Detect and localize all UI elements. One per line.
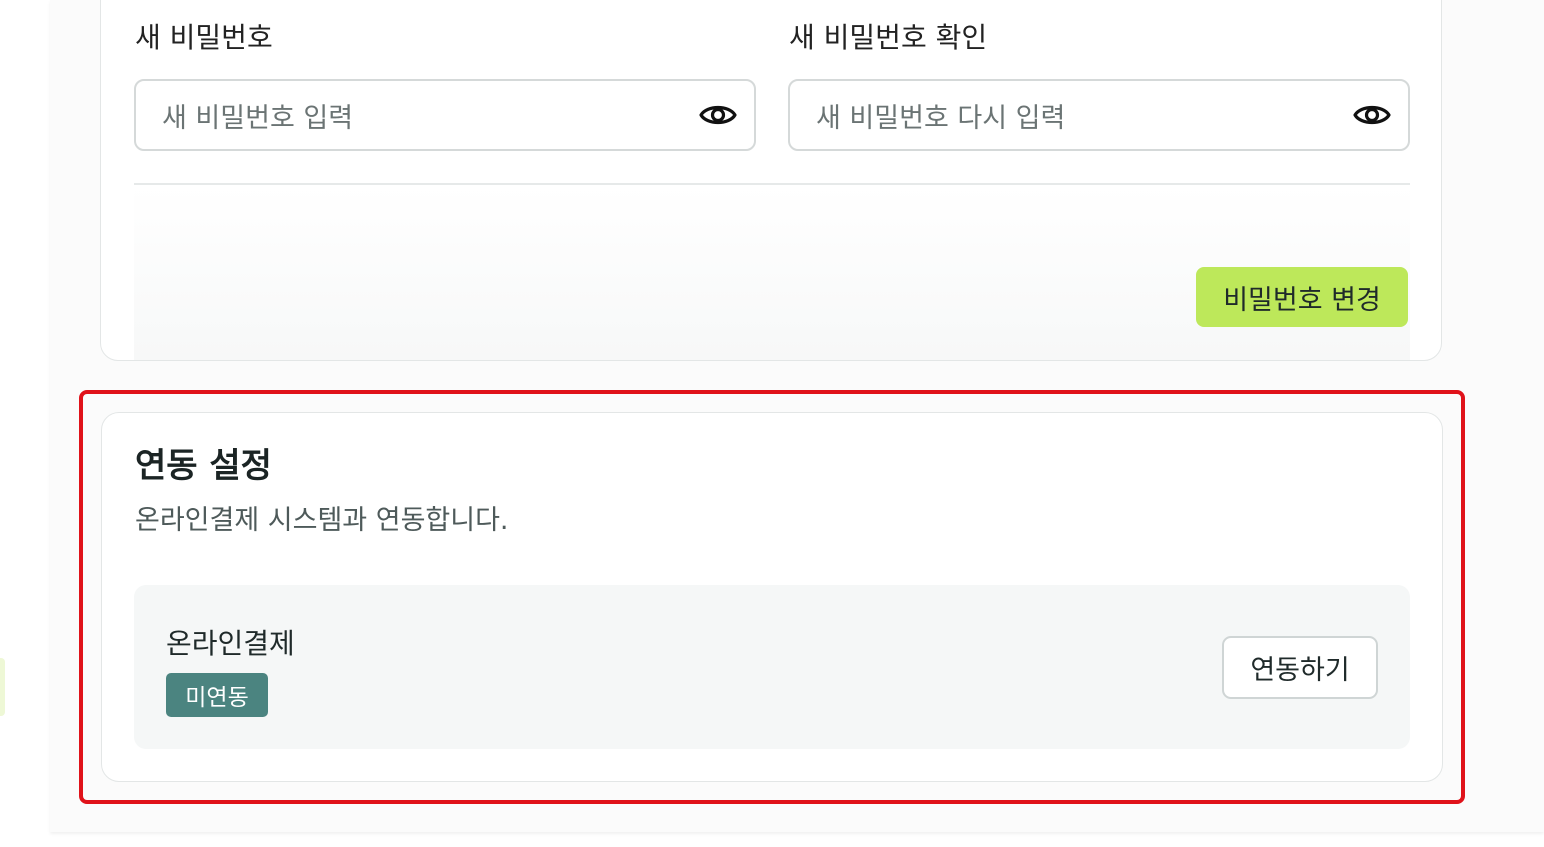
highlight-box — [79, 390, 1465, 804]
sidebar-edge — [0, 658, 5, 716]
confirm-password-placeholder: 새 비밀번호 다시 입력 — [816, 102, 1066, 134]
change-password-button[interactable]: 비밀번호 변경 — [1196, 267, 1408, 327]
eye-icon[interactable] — [1352, 95, 1392, 135]
confirm-password-label: 새 비밀번호 확인 — [789, 21, 988, 54]
confirm-password-field[interactable]: 새 비밀번호 다시 입력 — [788, 79, 1410, 151]
new-password-placeholder: 새 비밀번호 입력 — [162, 102, 354, 134]
eye-icon[interactable] — [698, 95, 738, 135]
new-password-field[interactable]: 새 비밀번호 입력 — [134, 79, 756, 151]
new-password-label: 새 비밀번호 — [135, 21, 273, 54]
